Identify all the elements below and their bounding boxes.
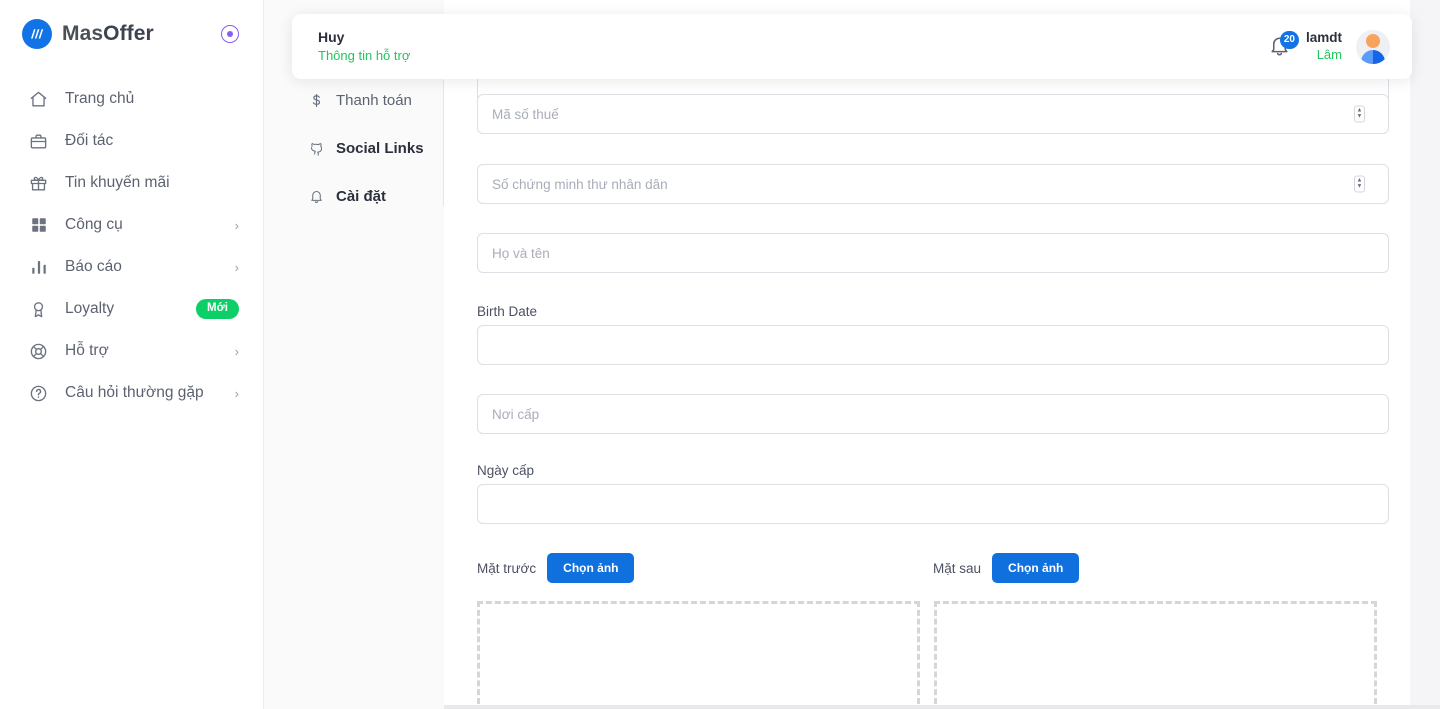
bar-chart-icon xyxy=(28,257,49,278)
user-info[interactable]: lamdt Lâm xyxy=(1306,29,1342,63)
field-issue-place xyxy=(477,394,1389,434)
field-id-number: ▲▼ xyxy=(477,164,1389,204)
avatar-head xyxy=(1366,33,1380,48)
field-tax-code: ▲▼ xyxy=(477,94,1389,134)
subnav-item-label: Social Links xyxy=(336,139,424,157)
content-panel: ▲▼ ▲▼ Birth Date Ngày cấp xyxy=(444,0,1410,709)
sidebar-item-cau-hoi-thuong-gap[interactable]: Câu hỏi thường gặp › xyxy=(0,372,263,414)
issue-date-input[interactable] xyxy=(477,484,1389,524)
upload-back-label: Mặt sau xyxy=(933,560,982,576)
sidebar-item-tin-khuyen-mai[interactable]: Tin khuyến mãi xyxy=(0,162,263,204)
issue-place-input[interactable] xyxy=(477,394,1389,434)
dropzone-row xyxy=(477,601,1377,709)
chevron-right-icon: › xyxy=(234,385,239,401)
app-root: MasOffer Trang chủ Đối tác Tin khuyến mã… xyxy=(0,0,1440,709)
caret-down-icon[interactable]: ▼ xyxy=(1357,114,1363,120)
upload-front-button[interactable]: Chọn ảnh xyxy=(547,553,635,583)
field-birth-date: Birth Date xyxy=(477,304,1389,365)
avatar[interactable] xyxy=(1356,29,1390,64)
bell-icon xyxy=(308,188,324,204)
notifications-button[interactable]: 20 xyxy=(1268,30,1299,60)
chevron-right-icon: › xyxy=(234,259,239,275)
field-full-name xyxy=(477,233,1389,273)
brand: MasOffer xyxy=(0,0,263,68)
notification-count-badge: 20 xyxy=(1279,30,1299,49)
upload-controls-row: Mặt trước Chọn ảnh Mặt sau Chọn ảnh xyxy=(477,553,1377,583)
home-icon xyxy=(28,89,49,110)
gift-icon xyxy=(28,173,49,194)
page-subtitle: Thông tin hỗ trợ xyxy=(318,48,411,64)
field-issue-date: Ngày cấp xyxy=(477,463,1389,524)
status-badge: Mới xyxy=(196,299,239,319)
subnav-item-cai-dat[interactable]: Cài đặt xyxy=(264,172,444,220)
issue-date-label: Ngày cấp xyxy=(477,463,535,478)
briefcase-icon xyxy=(28,131,49,152)
caret-down-icon[interactable]: ▼ xyxy=(1357,184,1363,190)
upload-back-button[interactable]: Chọn ảnh xyxy=(992,553,1080,583)
sidebar-item-cong-cu[interactable]: Công cụ › xyxy=(0,204,263,246)
full-name-input[interactable] xyxy=(477,233,1389,273)
chevron-right-icon: › xyxy=(234,343,239,359)
upload-front-control: Mặt trước Chọn ảnh xyxy=(477,553,933,583)
page-title: Huy xyxy=(318,29,345,46)
tax-code-spinner[interactable]: ▲ ▼ xyxy=(1354,105,1365,123)
secondary-sidebar: Thanh toán Social Links Cài đặt xyxy=(264,0,444,709)
grid-icon xyxy=(28,215,49,236)
collapse-target-icon[interactable] xyxy=(221,25,239,43)
github-icon xyxy=(308,140,324,156)
sidebar-nav: Trang chủ Đối tác Tin khuyến mãi Công cụ xyxy=(0,78,263,414)
sidebar-item-doi-tac[interactable]: Đối tác xyxy=(0,120,263,162)
dollar-icon xyxy=(308,92,324,108)
brand-name: MasOffer xyxy=(62,22,154,45)
sidebar-item-trang-chu[interactable]: Trang chủ xyxy=(0,78,263,120)
sidebar-item-label: Loyalty xyxy=(65,300,115,317)
subnav-item-social-links[interactable]: Social Links xyxy=(264,124,444,172)
subnav-item-thanh-toan[interactable]: Thanh toán xyxy=(264,76,444,124)
sidebar-item-label: Tin khuyến mãi xyxy=(65,174,170,191)
sidebar-item-label: Đối tác xyxy=(65,132,114,149)
sidebar-item-label: Hỗ trợ xyxy=(65,342,109,359)
tax-code-input[interactable] xyxy=(477,94,1389,134)
header-actions: 20 lamdt Lâm xyxy=(1268,29,1390,64)
sidebar-item-ho-tro[interactable]: Hỗ trợ › xyxy=(0,330,263,372)
sidebar-item-bao-cao[interactable]: Báo cáo › xyxy=(0,246,263,288)
profile-form: ▲▼ ▲▼ Birth Date Ngày cấp xyxy=(444,72,1410,709)
id-number-input[interactable] xyxy=(477,164,1389,204)
dropzone-back[interactable] xyxy=(934,601,1377,709)
sidebar-item-loyalty[interactable]: Loyalty Mới xyxy=(0,288,263,330)
question-circle-icon xyxy=(28,383,49,404)
sidebar-item-label: Câu hỏi thường gặp xyxy=(65,384,204,401)
masoffer-logo-icon xyxy=(22,19,52,49)
primary-sidebar: MasOffer Trang chủ Đối tác Tin khuyến mã… xyxy=(0,0,264,709)
birth-date-input[interactable] xyxy=(477,325,1389,365)
subnav-item-label: Thanh toán xyxy=(336,91,412,109)
avatar-body xyxy=(1361,49,1385,64)
top-header: Huy Thông tin hỗ trợ 20 lamdt Lâm xyxy=(292,14,1412,79)
chevron-right-icon: › xyxy=(234,217,239,233)
user-name: lamdt xyxy=(1305,30,1342,46)
dropzone-front[interactable] xyxy=(477,601,920,709)
header-titles: Huy Thông tin hỗ trợ xyxy=(318,28,410,64)
sidebar-item-label: Công cụ xyxy=(65,216,123,233)
user-alias: Lâm xyxy=(1316,46,1342,62)
collapse-dot xyxy=(227,31,233,37)
id-number-spinner[interactable]: ▲ ▼ xyxy=(1354,175,1365,193)
sidebar-item-label: Báo cáo xyxy=(65,258,122,275)
birth-date-label: Birth Date xyxy=(477,304,538,319)
upload-front-label: Mặt trước xyxy=(477,560,537,576)
sidebar-item-label: Trang chủ xyxy=(65,90,135,107)
award-icon xyxy=(28,299,49,320)
lifebuoy-icon xyxy=(28,341,49,362)
subnav-item-label: Cài đặt xyxy=(336,187,387,205)
upload-back-control: Mặt sau Chọn ảnh xyxy=(933,553,1080,583)
